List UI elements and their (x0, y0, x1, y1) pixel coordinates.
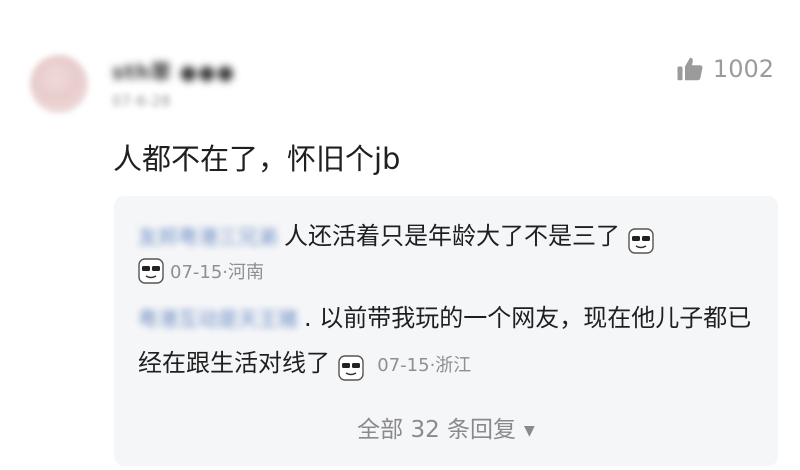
avatar[interactable] (30, 55, 88, 113)
reply-text: 人还活着只是年龄大了不是三了 (284, 222, 620, 250)
reply-author[interactable]: 友邦粤港三兄弟 (138, 215, 278, 259)
like-count: 1002 (712, 55, 774, 83)
sunglasses-emoji-icon (627, 224, 654, 254)
reply-item: 粤港互动是天王猪. 以前带我玩的一个网友，现在他儿子都已经在跟生活对线了 07-… (138, 296, 758, 388)
like-button[interactable]: 1002 (675, 54, 774, 84)
comment-username[interactable]: sth翠 ●●● (112, 56, 235, 85)
reply-meta: 07-15·河南 (138, 258, 264, 284)
comment-time: 07-6-28 (112, 92, 171, 110)
expand-replies-label: 全部 32 条回复 (357, 417, 517, 443)
reply-author[interactable]: 粤港互动是天王猪 (138, 297, 298, 341)
expand-replies-button[interactable]: 全部 32 条回复 ▼ (114, 410, 778, 444)
reply-meta-text: 07-15·河南 (170, 262, 265, 283)
chevron-down-icon: ▼ (524, 422, 535, 439)
reply-item: 友邦粤港三兄弟 人还活着只是年龄大了不是三了 (138, 214, 758, 259)
reply-box: 友邦粤港三兄弟 人还活着只是年龄大了不是三了 07-15·河南 粤港互动是天王猪.… (114, 196, 778, 466)
thumbs-up-icon (675, 54, 705, 84)
comment-text: 人都不在了，怀旧个jb (113, 142, 401, 176)
sunglasses-emoji-icon (337, 351, 364, 381)
sunglasses-emoji-icon (138, 258, 164, 284)
reply-meta-text: 07-15·浙江 (377, 355, 472, 376)
